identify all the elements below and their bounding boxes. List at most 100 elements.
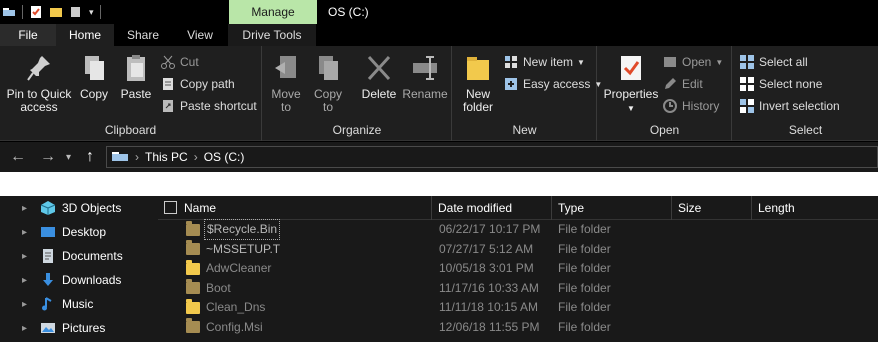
breadcrumb-this-pc[interactable]: This PC (145, 150, 188, 164)
select-none-icon (740, 77, 754, 91)
pin-to-quick-access-button[interactable]: Pin to Quick access (4, 52, 74, 114)
select-all-button[interactable]: Select all (739, 52, 808, 72)
nav-item-pictures[interactable]: ▸ Pictures (0, 316, 158, 340)
back-arrow-icon[interactable]: ← (10, 148, 26, 166)
table-row[interactable]: Clean_Dns 11/11/18 10:15 AM File folder (158, 298, 878, 318)
edit-label: Edit (682, 77, 703, 91)
copy-icon (85, 56, 104, 80)
copy-button[interactable]: Copy (76, 52, 112, 101)
this-pc-icon (112, 152, 128, 161)
tab-home[interactable]: Home (56, 24, 114, 46)
select-all-icon (740, 55, 754, 69)
nav-item-label: Music (62, 297, 94, 311)
easy-access-icon (505, 78, 517, 90)
nav-item-desktop[interactable]: ▸ Desktop (0, 220, 158, 244)
rename-button[interactable]: Rename (401, 52, 449, 101)
copy-to-label-line1: Copy (313, 87, 342, 101)
properties-icon[interactable] (29, 5, 43, 19)
folder-icon (186, 220, 200, 236)
open-label: Open (682, 55, 712, 69)
delete-button[interactable]: Delete (359, 52, 399, 101)
table-row[interactable]: $Recycle.Bin 06/22/17 10:17 PM File fold… (158, 219, 878, 240)
nav-item-label: Desktop (62, 225, 107, 239)
column-header-date-modified[interactable]: Date modified (432, 196, 552, 220)
copy-to-icon (319, 56, 338, 80)
history-button[interactable]: History (662, 96, 719, 116)
nav-item-3d-objects[interactable]: ▸ 3D Objects (0, 196, 158, 220)
file-date-modified: 06/22/17 10:17 PM (439, 222, 541, 236)
undo-icon[interactable] (69, 5, 83, 19)
new-folder-button[interactable]: New folder (457, 52, 499, 114)
copy-path-button[interactable]: Copy path (160, 74, 235, 94)
file-name[interactable]: Config.Msi (204, 318, 265, 337)
expand-chevron-icon[interactable]: ▸ (22, 299, 36, 310)
breadcrumb-os-c[interactable]: OS (C:) (204, 150, 245, 164)
nav-item-music[interactable]: ▸ Music (0, 292, 158, 316)
customize-toolbar-chevron-icon[interactable]: ▾ (89, 7, 94, 18)
table-row[interactable]: AdwCleaner 10/05/18 3:01 PM File folder (158, 259, 878, 279)
tab-file[interactable]: File (0, 24, 56, 46)
file-name[interactable]: Clean_Dns (204, 298, 267, 317)
paste-shortcut-button[interactable]: Paste shortcut (160, 96, 257, 116)
column-header-size[interactable]: Size (672, 196, 752, 220)
paste-button[interactable]: Paste (117, 52, 155, 101)
select-all-checkbox[interactable] (164, 201, 177, 214)
table-row[interactable]: Boot 11/17/16 10:33 AM File folder (158, 279, 878, 299)
table-row[interactable]: ~MSSETUP.T 07/27/17 5:12 AM File folder (158, 240, 878, 260)
expand-chevron-icon[interactable]: ▸ (22, 227, 36, 238)
tab-drive-tools[interactable]: Drive Tools (228, 24, 316, 46)
content-top-strip (0, 172, 878, 196)
recent-locations-chevron-icon[interactable]: ▾ (66, 152, 71, 163)
invert-selection-button[interactable]: Invert selection (739, 96, 840, 116)
new-item-button[interactable]: New item ▼ (503, 52, 585, 72)
easy-access-button[interactable]: Easy access ▼ (503, 74, 602, 94)
up-arrow-icon[interactable]: ↑ (86, 148, 94, 166)
desktop-icon (41, 227, 55, 237)
pictures-icon (41, 323, 55, 333)
expand-chevron-icon[interactable]: ▸ (22, 251, 36, 262)
new-group: New folder New item ▼ Easy access ▼ New (453, 46, 602, 141)
move-to-button[interactable]: Move to (269, 52, 303, 114)
new-folder-icon[interactable] (49, 5, 63, 19)
table-row[interactable]: Config.Msi 12/06/18 11:55 PM File folder (158, 318, 878, 338)
file-name[interactable]: AdwCleaner (204, 259, 273, 278)
new-item-icon (505, 56, 517, 68)
file-name[interactable]: ~MSSETUP.T (204, 240, 282, 259)
nav-item-label: Downloads (62, 273, 122, 287)
window-title: OS (C:) (328, 5, 369, 19)
manage-tab[interactable]: Manage (229, 0, 317, 24)
tab-share[interactable]: Share (114, 24, 172, 46)
file-name[interactable]: Boot (204, 279, 233, 298)
toolbar-separator (99, 5, 101, 19)
address-bar[interactable]: › This PC › OS (C:) (106, 146, 878, 168)
nav-item-label: Pictures (62, 321, 106, 335)
tab-view[interactable]: View (172, 24, 228, 46)
delete-x-icon (367, 55, 391, 81)
column-header-length[interactable]: Length (752, 196, 878, 220)
expand-chevron-icon[interactable]: ▸ (22, 323, 36, 334)
expand-chevron-icon[interactable]: ▸ (22, 203, 36, 214)
file-date-modified: 12/06/18 11:55 PM (439, 319, 540, 334)
properties-button[interactable]: Properties ▼ (602, 52, 660, 115)
select-none-button[interactable]: Select none (739, 74, 822, 94)
new-folder-icon (467, 57, 489, 80)
file-type: File folder (558, 280, 611, 295)
forward-arrow-icon[interactable]: → (40, 148, 56, 166)
copy-path-label: Copy path (180, 77, 235, 91)
open-group-label: Open (649, 123, 680, 137)
column-header-type[interactable]: Type (552, 196, 672, 220)
nav-item-documents[interactable]: ▸ Documents (0, 244, 158, 268)
file-date-modified: 11/11/18 10:15 AM (439, 300, 538, 314)
column-header-name[interactable]: Name (178, 196, 432, 220)
copy-to-button[interactable]: Copy to (311, 52, 345, 114)
file-name[interactable]: $Recycle.Bin (204, 219, 281, 240)
expand-chevron-icon[interactable]: ▸ (22, 275, 36, 286)
invert-selection-icon (740, 99, 754, 113)
properties-label: Properties (603, 87, 659, 101)
select-group: Select all Select none Invert selection … (733, 46, 878, 141)
nav-item-downloads[interactable]: ▸ Downloads (0, 268, 158, 292)
open-button[interactable]: Open ▼ (662, 52, 723, 72)
edit-button[interactable]: Edit (662, 74, 703, 94)
cut-button[interactable]: Cut (160, 52, 199, 72)
new-group-label: New (512, 123, 537, 137)
